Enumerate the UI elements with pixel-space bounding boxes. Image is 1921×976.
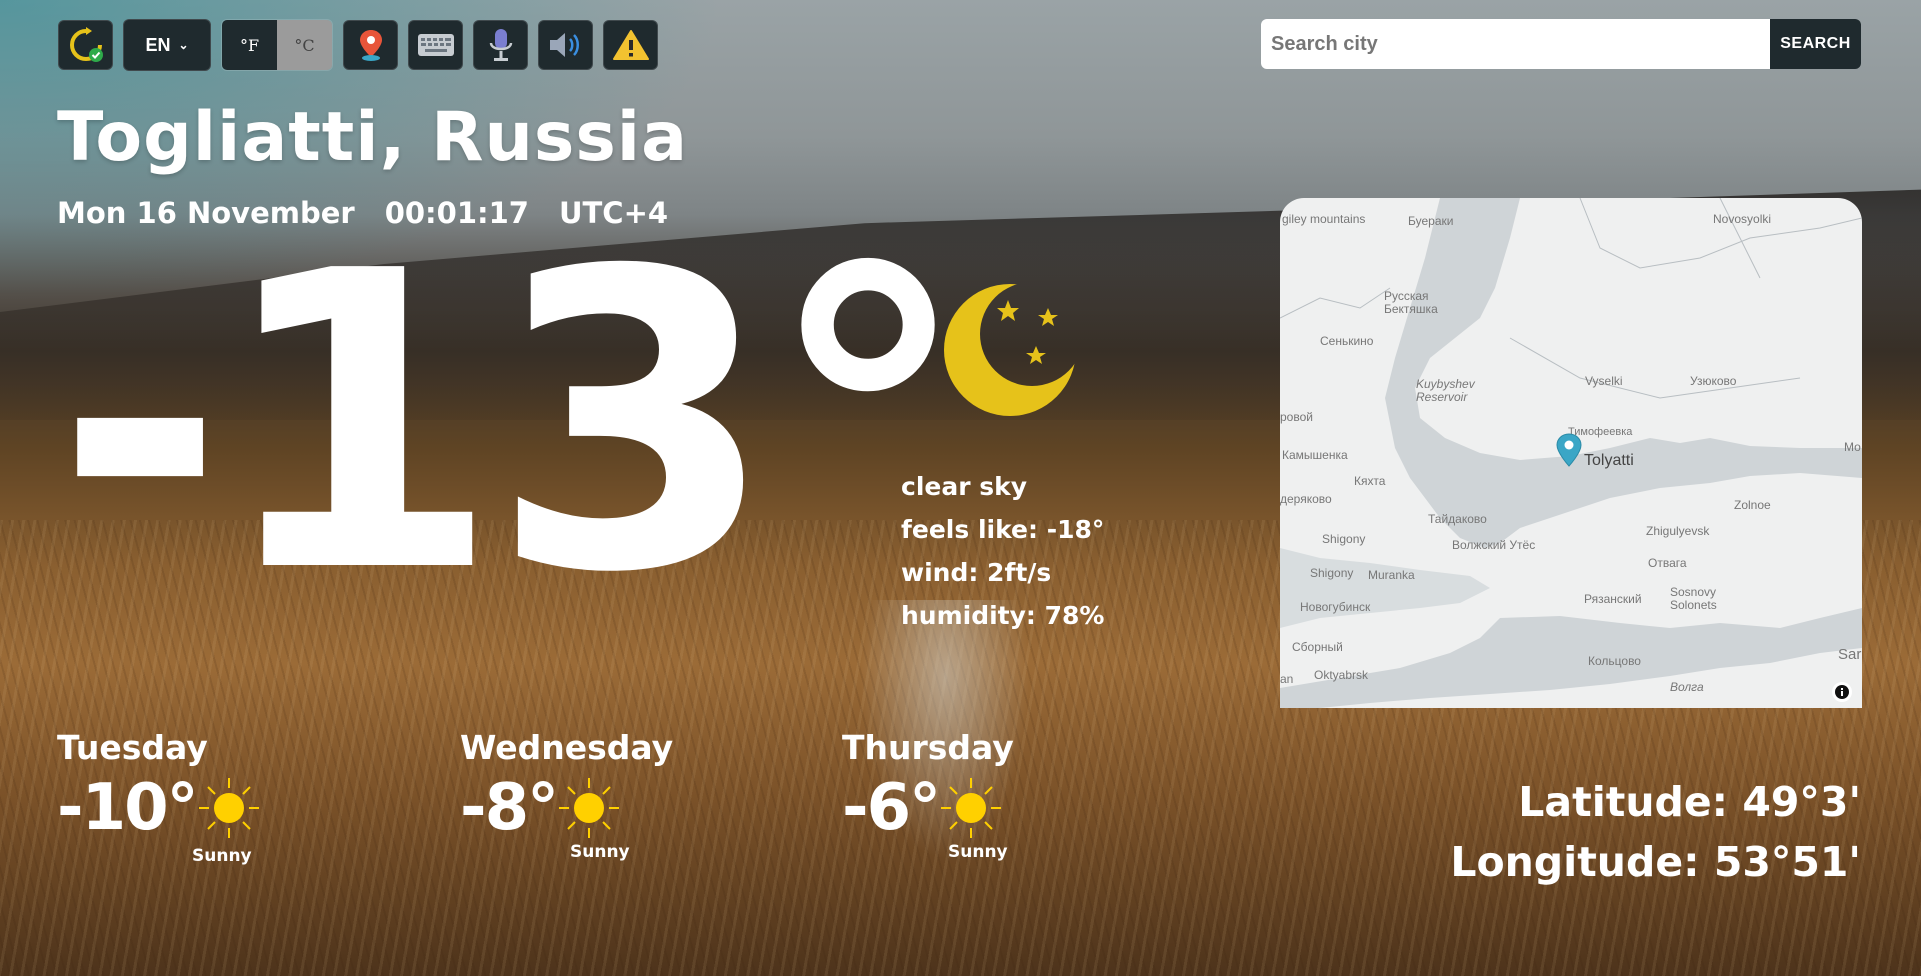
forecast-day-name: Wednesday (460, 728, 674, 767)
map-label: Мо (1844, 440, 1861, 454)
map-label: Буераки (1408, 214, 1454, 228)
forecast-day-1: Tuesday -10° Sunny (57, 728, 261, 866)
map-label: Zhigulyevsk (1646, 524, 1710, 538)
info-icon (1835, 685, 1849, 699)
search-button[interactable]: SEARCH (1770, 19, 1861, 69)
sun-icon (941, 778, 1002, 838)
sun-icon (198, 778, 259, 838)
language-select[interactable]: EN ⌄ (123, 19, 211, 71)
map-label: Узюково (1690, 374, 1737, 388)
alert-button[interactable] (603, 20, 658, 70)
toolbar: EN ⌄ °F °C (58, 19, 658, 71)
latitude-text: Latitude: 49°3' (1518, 778, 1861, 826)
map-label: Shigony (1322, 532, 1366, 546)
map-label: Shigony (1310, 566, 1354, 580)
map-label: Кольцово (1588, 654, 1641, 668)
forecast-day-2: Wednesday -8° Sunny (460, 728, 674, 862)
forecast-desc: Sunny (570, 842, 630, 862)
map-label: giley mountains (1282, 212, 1366, 226)
map-label: Sar (1838, 646, 1862, 663)
coordinates: Latitude: 49°3' Longitude: 53°51' (1450, 772, 1861, 892)
map-label: Kuybyshev Reservoir (1416, 377, 1475, 404)
search-input[interactable] (1261, 19, 1770, 69)
map-label: Волга (1670, 680, 1704, 694)
map-label: Отвага (1648, 556, 1687, 570)
map-label: Muranka (1368, 568, 1415, 582)
forecast-day-name: Thursday (842, 728, 1014, 767)
map-pin-icon[interactable] (1554, 432, 1584, 472)
forecast-day-name: Tuesday (57, 728, 208, 767)
forecast-temp: -10° (57, 771, 199, 845)
map-marker-label: Tolyatti (1584, 452, 1634, 469)
search-bar: SEARCH (1261, 19, 1861, 69)
warning-icon (612, 30, 649, 60)
location-map[interactable]: giley mountains Буераки Novosyolki Русск… (1280, 198, 1862, 708)
map-label: Кяхта (1354, 474, 1386, 488)
map-label: Волжский Утёс (1452, 538, 1536, 552)
map-label: Камышенка (1282, 448, 1348, 462)
microphone-icon (489, 29, 512, 61)
moon-stars-icon (944, 284, 1076, 416)
weather-details: clear sky feels like: -18° wind: 2ft/s h… (901, 465, 1104, 637)
language-value: EN (145, 34, 171, 55)
map-label: Рязанский (1584, 592, 1642, 606)
forecast-desc: Sunny (948, 842, 1008, 862)
map-label: Тайдаково (1428, 512, 1487, 526)
map-label: an (1280, 672, 1294, 686)
map-label: Новогубинск (1300, 600, 1371, 614)
geolocation-button[interactable] (343, 20, 398, 70)
map-label: Novosyolki (1713, 212, 1772, 226)
map-label: Сенькино (1320, 334, 1374, 348)
refresh-icon (69, 27, 103, 62)
map-label: Русская Бектяшка (1384, 289, 1438, 316)
sun-icon (559, 778, 620, 838)
location-pin-icon (359, 30, 382, 61)
map-label: Сборный (1292, 640, 1343, 654)
forecast-day-3: Thursday -6° Sunny (842, 728, 1014, 862)
forecast-temp: -6° (842, 771, 941, 845)
unit-fahrenheit-button[interactable]: °F (222, 20, 277, 70)
wind-text: wind: 2ft/s (901, 558, 1052, 587)
map-label: Zolnoe (1734, 498, 1771, 512)
map-attribution-button[interactable] (1832, 682, 1852, 702)
sound-button[interactable] (538, 20, 593, 70)
longitude-text: Longitude: 53°51' (1450, 838, 1861, 886)
map-label: деряково (1280, 492, 1332, 506)
forecast-desc: Sunny (192, 846, 252, 866)
keyboard-icon (417, 34, 454, 56)
unit-celsius-button[interactable]: °C (277, 20, 332, 70)
city-title: Togliatti, Russia (57, 98, 688, 177)
voice-search-button[interactable] (473, 20, 528, 70)
map-label: Vyselki (1585, 374, 1623, 388)
humidity-text: humidity: 78% (901, 601, 1105, 630)
condition-text: clear sky (901, 472, 1028, 501)
chevron-down-icon: ⌄ (178, 38, 189, 52)
unit-toggle: °F °C (221, 19, 333, 71)
forecast-temp: -8° (460, 771, 559, 845)
current-temperature: -13° (55, 184, 971, 662)
map-label: Oktyabrsk (1314, 668, 1369, 682)
map-label: ровой (1280, 410, 1313, 424)
volume-icon (549, 33, 579, 57)
feels-like-text: feels like: -18° (901, 515, 1105, 544)
map-label: Sosnovy Solonets (1670, 585, 1717, 612)
refresh-button[interactable] (58, 20, 113, 70)
keyboard-button[interactable] (408, 20, 463, 70)
